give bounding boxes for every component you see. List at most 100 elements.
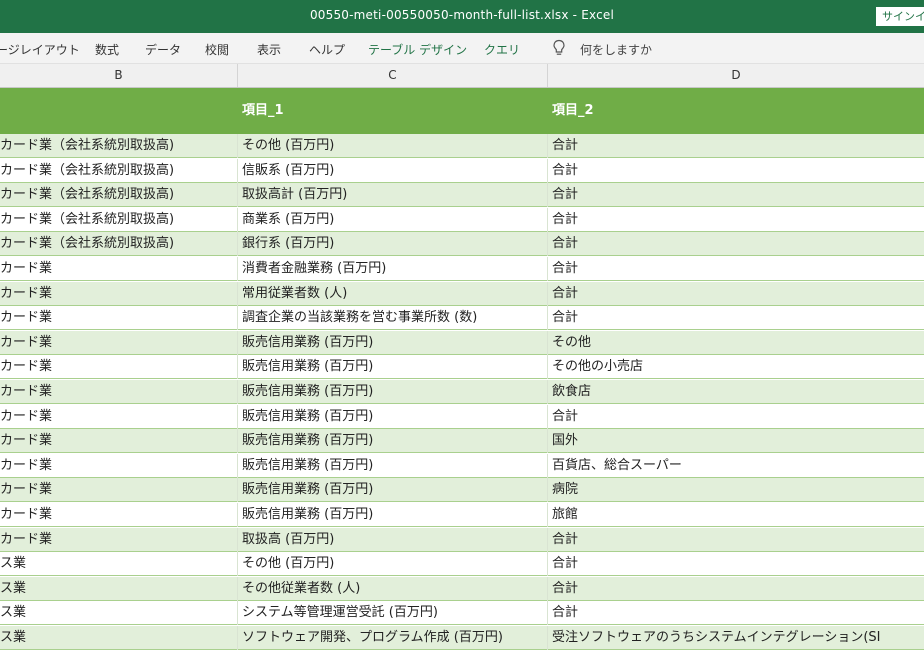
ribbon-tabs: ージレイアウト 数式 データ 校閲 表示 ヘルプ テーブル デザイン クエリ 何… — [0, 33, 924, 64]
table-row: カード業 販売信用業務 (百万円) 合計 — [0, 404, 924, 429]
cell-item-2[interactable]: その他の小売店 — [548, 355, 924, 379]
table-row: カード業 販売信用業務 (百万円) 百貨店、総合スーパー — [0, 453, 924, 478]
cell-item-2[interactable]: 合計 — [548, 405, 924, 429]
cell-b[interactable]: カード業 — [0, 355, 238, 380]
tell-me-search[interactable]: 何をしますか — [580, 41, 652, 58]
table-row: カード業 販売信用業務 (百万円) 飲食店 — [0, 380, 924, 404]
table-row: カード業 取扱高 (百万円) 合計 — [0, 527, 924, 552]
cell-item-2[interactable]: 合計 — [548, 232, 924, 256]
table-row: カード業 販売信用業務 (百万円) 旅館 — [0, 503, 924, 527]
cell-b[interactable]: カード業 — [0, 257, 238, 281]
cell-b[interactable]: カード業 — [0, 306, 238, 331]
cell-item-1[interactable]: 販売信用業務 (百万円) — [238, 478, 548, 503]
tab-help[interactable]: ヘルプ — [309, 41, 345, 58]
cell-item-1[interactable]: 信販系 (百万円) — [238, 158, 548, 183]
table-row: カード業 販売信用業務 (百万円) 病院 — [0, 478, 924, 503]
cell-item-1[interactable]: 常用従業者数 (人) — [238, 281, 548, 306]
header-cell-b[interactable] — [0, 88, 238, 134]
column-header-d[interactable]: D — [548, 64, 924, 87]
cell-item-2[interactable]: 百貨店、総合スーパー — [548, 454, 924, 478]
cell-item-2[interactable]: 合計 — [548, 528, 924, 552]
cell-b[interactable]: ス業 — [0, 601, 238, 626]
tab-page-layout[interactable]: ージレイアウト — [0, 41, 80, 58]
header-cell-item-2[interactable]: 項目_2 — [548, 88, 924, 134]
cell-item-1[interactable]: その他 (百万円) — [238, 134, 548, 158]
cell-item-1[interactable]: 銀行系 (百万円) — [238, 232, 548, 257]
tab-view[interactable]: 表示 — [257, 41, 281, 58]
cell-b[interactable]: カード業 — [0, 330, 238, 355]
cell-b[interactable]: カード業 — [0, 453, 238, 478]
cell-item-2[interactable]: 合計 — [548, 208, 924, 232]
cell-b[interactable]: カード業（会社系統別取扱高) — [0, 134, 238, 158]
header-cell-item-1[interactable]: 項目_1 — [238, 88, 548, 134]
cell-item-2[interactable]: 合計 — [548, 183, 924, 207]
table-row: カード業（会社系統別取扱高) 取扱高計 (百万円) 合計 — [0, 183, 924, 208]
cell-item-1[interactable]: 取扱高計 (百万円) — [238, 183, 548, 208]
cell-item-2[interactable]: 合計 — [548, 601, 924, 625]
cell-item-2[interactable]: 合計 — [548, 134, 924, 158]
cell-item-1[interactable]: 販売信用業務 (百万円) — [238, 453, 548, 478]
sign-in-button[interactable]: サインイ — [876, 7, 924, 26]
cell-item-2[interactable]: 合計 — [548, 577, 924, 601]
cell-b[interactable]: カード業 — [0, 404, 238, 429]
cell-item-1[interactable]: 販売信用業務 (百万円) — [238, 429, 548, 454]
cell-item-1[interactable]: 商業系 (百万円) — [238, 207, 548, 232]
cell-b[interactable]: カード業（会社系統別取扱高) — [0, 158, 238, 183]
cell-b[interactable]: カード業（会社系統別取扱高) — [0, 183, 238, 208]
table-header-row: 項目_1 項目_2 — [0, 88, 924, 134]
cell-item-1[interactable]: システム等管理運営受託 (百万円) — [238, 601, 548, 626]
table-row: カード業（会社系統別取扱高) その他 (百万円) 合計 — [0, 134, 924, 158]
worksheet-grid: 項目_1 項目_2 カード業（会社系統別取扱高) その他 (百万円) 合計 カード業（… — [0, 88, 924, 660]
tab-query[interactable]: クエリ — [484, 41, 520, 58]
cell-item-1[interactable]: 販売信用業務 (百万円) — [238, 330, 548, 355]
cell-b[interactable]: カード業 — [0, 429, 238, 454]
cell-item-1[interactable]: ソフトウェア開発、プログラム作成 (百万円) — [238, 626, 548, 650]
cell-item-2[interactable]: 受注ソフトウェアのうちシステムインテグレーション(SI — [548, 626, 924, 650]
tab-review[interactable]: 校閲 — [205, 41, 229, 58]
cell-item-1[interactable]: その他 (百万円) — [238, 552, 548, 577]
cell-item-1[interactable]: 販売信用業務 (百万円) — [238, 503, 548, 527]
column-header-c[interactable]: C — [238, 64, 548, 87]
cell-b[interactable]: カード業（会社系統別取扱高) — [0, 232, 238, 257]
cell-item-2[interactable]: その他 — [548, 331, 924, 355]
cell-b[interactable]: カード業（会社系統別取扱高) — [0, 207, 238, 232]
cell-item-1[interactable]: 調査企業の当該業務を営む事業所数 (数) — [238, 306, 548, 331]
cell-item-2[interactable]: 旅館 — [548, 503, 924, 527]
cell-item-2[interactable]: 合計 — [548, 306, 924, 330]
tab-data[interactable]: データ — [145, 41, 181, 58]
table-row: カード業 調査企業の当該業務を営む事業所数 (数) 合計 — [0, 306, 924, 331]
table-row: カード業（会社系統別取扱高) 銀行系 (百万円) 合計 — [0, 232, 924, 257]
table-row: カード業 販売信用業務 (百万円) 国外 — [0, 429, 924, 454]
cell-b[interactable]: カード業 — [0, 380, 238, 404]
lightbulb-icon[interactable] — [552, 39, 566, 57]
cell-item-2[interactable]: 合計 — [548, 257, 924, 281]
cell-item-2[interactable]: 合計 — [548, 159, 924, 183]
tab-table-design[interactable]: テーブル デザイン — [368, 41, 467, 58]
cell-b[interactable]: カード業 — [0, 527, 238, 552]
cell-b[interactable]: カード業 — [0, 281, 238, 306]
cell-item-1[interactable]: 販売信用業務 (百万円) — [238, 380, 548, 404]
table-row: カード業（会社系統別取扱高) 信販系 (百万円) 合計 — [0, 158, 924, 183]
column-header-b[interactable]: B — [0, 64, 238, 87]
cell-b[interactable]: カード業 — [0, 478, 238, 503]
table-row: カード業（会社系統別取扱高) 商業系 (百万円) 合計 — [0, 207, 924, 232]
cell-item-1[interactable]: 取扱高 (百万円) — [238, 527, 548, 552]
cell-item-2[interactable]: 病院 — [548, 478, 924, 502]
cell-b[interactable]: カード業 — [0, 503, 238, 527]
cell-item-1[interactable]: その他従業者数 (人) — [238, 576, 548, 601]
table-row: カード業 常用従業者数 (人) 合計 — [0, 281, 924, 306]
cell-b[interactable]: ス業 — [0, 576, 238, 601]
title-bar: 00550-meti-00550050-month-full-list.xlsx… — [0, 0, 924, 33]
table-row: ス業 ソフトウェア開発、プログラム作成 (百万円) 受注ソフトウェアのうちシステムイ… — [0, 626, 924, 650]
cell-item-1[interactable]: 販売信用業務 (百万円) — [238, 404, 548, 429]
cell-b[interactable]: ス業 — [0, 626, 238, 650]
cell-item-2[interactable]: 国外 — [548, 429, 924, 453]
tab-formulas[interactable]: 数式 — [95, 41, 119, 58]
cell-item-2[interactable]: 合計 — [548, 282, 924, 306]
cell-item-1[interactable]: 消費者金融業務 (百万円) — [238, 257, 548, 281]
table-row: ス業 システム等管理運営受託 (百万円) 合計 — [0, 601, 924, 626]
cell-b[interactable]: ス業 — [0, 552, 238, 577]
cell-item-2[interactable]: 合計 — [548, 552, 924, 576]
cell-item-2[interactable]: 飲食店 — [548, 380, 924, 404]
cell-item-1[interactable]: 販売信用業務 (百万円) — [238, 355, 548, 380]
